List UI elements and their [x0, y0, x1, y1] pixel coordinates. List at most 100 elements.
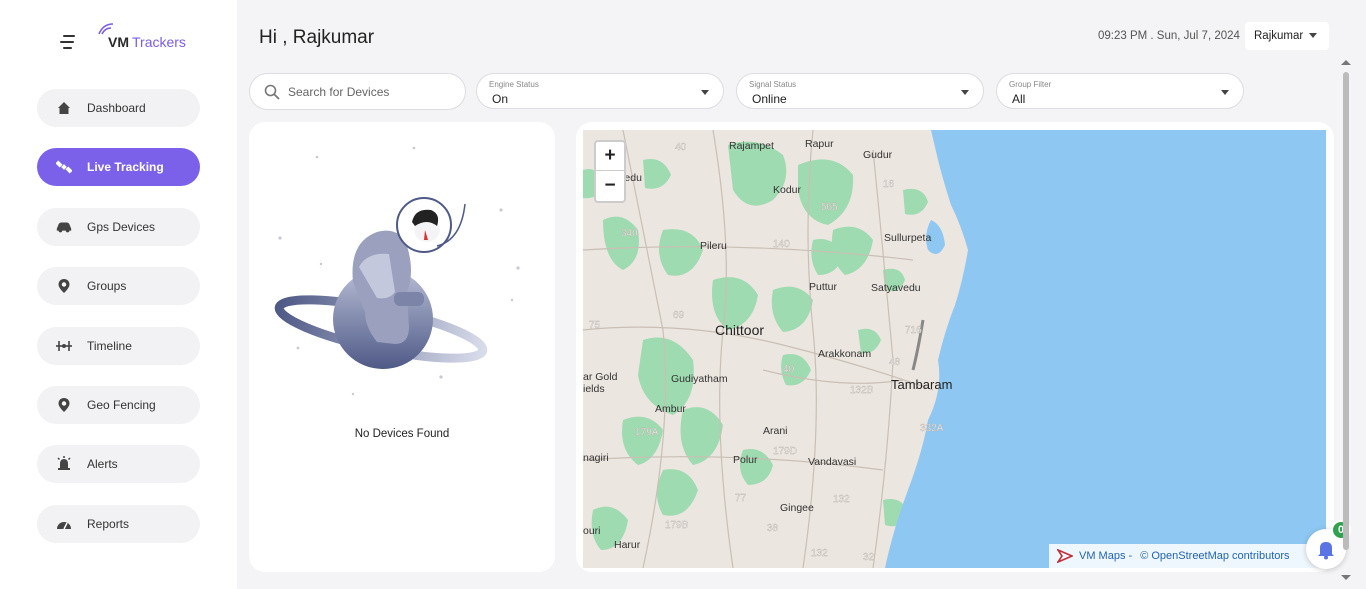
engine-status-select[interactable]: Engine Status On — [476, 73, 724, 109]
alarm-icon — [55, 455, 73, 473]
user-name: Rajkumar — [1254, 30, 1304, 42]
svg-text:179A: 179A — [635, 427, 659, 438]
no-devices-message: No Devices Found — [354, 428, 450, 440]
device-list-panel: No Devices Found — [249, 122, 555, 572]
attribution-vm-maps-link[interactable]: VM Maps - — [1079, 550, 1132, 562]
svg-text:Rajampet: Rajampet — [729, 140, 774, 152]
sidebar-item-label: Timeline — [87, 339, 132, 353]
map-zoom-controls: + − — [594, 140, 626, 203]
svg-text:ouri: ouri — [583, 525, 601, 537]
svg-text:Polur: Polur — [733, 454, 758, 466]
svg-text:Gudur: Gudur — [863, 149, 893, 161]
svg-text:Ambur: Ambur — [655, 403, 686, 415]
map-canvas[interactable]: Rajampet Rapur Gudur Kodur Sullurpeta Pileru… — [583, 130, 1326, 568]
attribution-osm-link[interactable]: © OpenStreetMap contributors — [1140, 550, 1289, 562]
bell-icon — [1318, 542, 1334, 560]
page-greeting: Hi , Rajkumar — [259, 27, 375, 48]
signal-status-label: Signal Status — [749, 80, 797, 89]
sidebar-item-gps-devices[interactable]: Gps Devices — [37, 208, 200, 246]
sidebar-item-label: Live Tracking — [87, 160, 164, 174]
vm-maps-logo-icon — [1057, 549, 1073, 563]
sidebar-item-label: Alerts — [87, 457, 118, 471]
svg-text:48: 48 — [889, 357, 901, 368]
svg-text:140: 140 — [773, 239, 790, 250]
map-tiles: Rajampet Rapur Gudur Kodur Sullurpeta Pileru… — [583, 130, 1326, 568]
signal-status-select[interactable]: Signal Status Online — [736, 73, 984, 109]
menu-toggle-icon[interactable] — [60, 35, 76, 49]
svg-text:Arani: Arani — [763, 425, 788, 437]
sidebar-item-label: Groups — [87, 279, 127, 293]
svg-text:Pileru: Pileru — [700, 240, 727, 252]
logo-vm-text: VM — [108, 34, 129, 50]
map-panel: Rajampet Rapur Gudur Kodur Sullurpeta Pileru… — [576, 122, 1334, 572]
svg-text:Vandavasi: Vandavasi — [808, 456, 856, 468]
location-pin-icon — [55, 277, 73, 295]
svg-text:Gudiyatham: Gudiyatham — [671, 373, 728, 385]
svg-text:132B: 132B — [850, 385, 874, 396]
map-attribution: VM Maps - © OpenStreetMap contributors — [1049, 544, 1326, 568]
svg-text:38: 38 — [767, 523, 779, 534]
logo-trackers-text: Trackers — [132, 34, 186, 50]
timeline-icon — [55, 337, 73, 355]
logo: VM Trackers — [97, 23, 186, 50]
zoom-out-button[interactable]: − — [596, 171, 624, 200]
home-icon — [55, 99, 73, 117]
svg-text:Satyavedu: Satyavedu — [871, 282, 921, 294]
search-input[interactable] — [288, 84, 448, 99]
satellite-icon — [55, 158, 73, 176]
zoom-in-button[interactable]: + — [596, 142, 624, 171]
svg-text:340: 340 — [621, 228, 638, 239]
svg-text:716: 716 — [905, 325, 922, 336]
svg-text:Kodur: Kodur — [773, 184, 802, 196]
svg-text:77: 77 — [735, 493, 747, 504]
engine-status-value: On — [492, 92, 509, 106]
sidebar-item-label: Gps Devices — [87, 220, 156, 234]
engine-status-label: Engine Status — [489, 80, 539, 89]
group-filter-value: All — [1012, 92, 1026, 106]
svg-text:Tambaram: Tambaram — [891, 377, 952, 392]
sidebar: VM Trackers Dashboard Live Tracking Gps … — [0, 0, 237, 589]
svg-text:Sullurpeta: Sullurpeta — [884, 232, 931, 244]
svg-text:32: 32 — [863, 552, 875, 563]
svg-text:ields: ields — [583, 383, 605, 395]
empty-state-astronaut-illustration — [274, 146, 520, 396]
scroll-up-arrow-icon[interactable] — [1341, 60, 1351, 65]
svg-text:332A: 332A — [920, 423, 944, 434]
chevron-down-icon — [961, 90, 969, 95]
sidebar-item-groups[interactable]: Groups — [37, 267, 200, 305]
device-search[interactable] — [249, 73, 466, 110]
sidebar-item-alerts[interactable]: Alerts — [37, 445, 200, 483]
sidebar-item-geo-fencing[interactable]: Geo Fencing — [37, 386, 200, 424]
geofence-pin-icon — [55, 396, 73, 414]
svg-text:75: 75 — [589, 320, 601, 331]
scroll-down-arrow-icon[interactable] — [1341, 575, 1351, 580]
car-icon — [55, 218, 73, 236]
svg-text:Harur: Harur — [614, 539, 641, 551]
signal-status-value: Online — [752, 92, 787, 106]
page-scrollbar[interactable] — [1343, 72, 1349, 550]
svg-text:nagiri: nagiri — [583, 452, 609, 464]
chevron-down-icon — [1221, 90, 1229, 95]
svg-text:179D: 179D — [773, 446, 797, 457]
sidebar-item-dashboard[interactable]: Dashboard — [37, 89, 200, 127]
svg-text:16: 16 — [883, 179, 895, 190]
user-dropdown[interactable]: Rajkumar — [1245, 22, 1329, 50]
svg-text:ar Gold: ar Gold — [583, 371, 618, 383]
svg-text:Rapur: Rapur — [805, 138, 834, 150]
svg-text:132: 132 — [811, 548, 828, 559]
sidebar-item-reports[interactable]: Reports — [37, 505, 200, 543]
svg-text:69: 69 — [673, 310, 685, 321]
svg-text:Arakkonam: Arakkonam — [818, 348, 871, 360]
sidebar-item-label: Reports — [87, 517, 130, 531]
group-filter-select[interactable]: Group Filter All — [996, 73, 1244, 109]
sidebar-item-label: Dashboard — [87, 101, 146, 115]
sidebar-item-live-tracking[interactable]: Live Tracking — [37, 148, 200, 186]
svg-text:Gingee: Gingee — [780, 502, 814, 514]
svg-text:40: 40 — [783, 364, 795, 375]
svg-text:40: 40 — [675, 142, 687, 153]
sidebar-item-timeline[interactable]: Timeline — [37, 327, 200, 365]
svg-text:Chittoor: Chittoor — [715, 322, 764, 338]
sidebar-item-label: Geo Fencing — [87, 398, 156, 412]
signal-arc-icon — [98, 23, 114, 35]
search-icon — [264, 84, 280, 100]
